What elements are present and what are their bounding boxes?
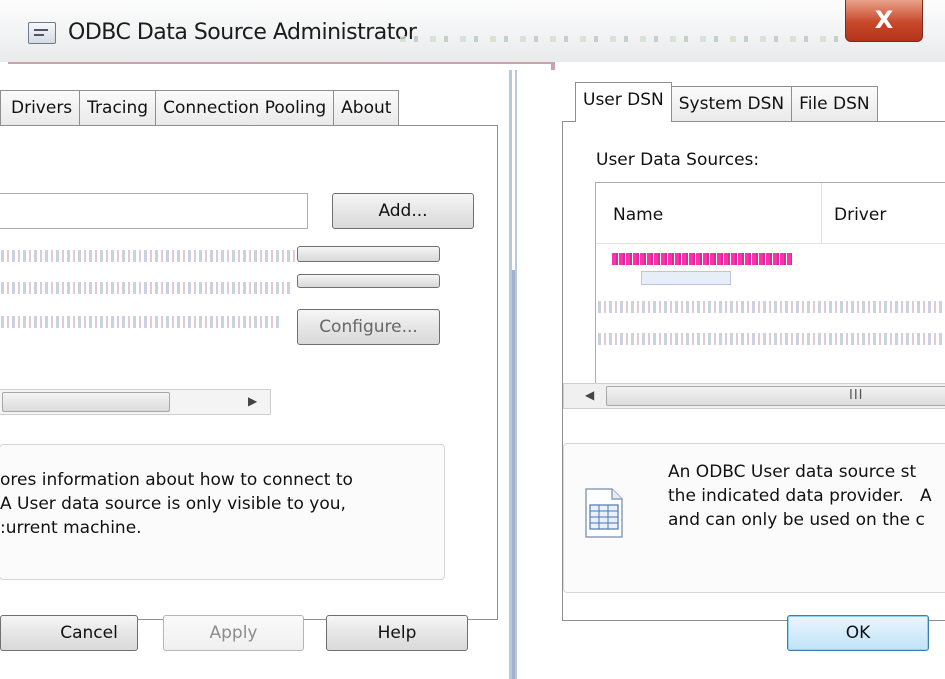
tab-tracing[interactable]: Tracing — [79, 90, 157, 126]
tab-about[interactable]: About — [333, 90, 400, 126]
tab-user-dsn[interactable]: User DSN — [575, 82, 672, 122]
odbc-app-icon — [28, 22, 56, 44]
left-horizontal-scrollbar[interactable]: ▶ — [0, 389, 271, 415]
column-header-name[interactable]: Name — [613, 205, 663, 225]
apply-button[interactable]: Apply — [163, 615, 304, 651]
scroll-right-arrow-icon[interactable]: ▶ — [248, 394, 257, 408]
ok-button[interactable]: OK — [787, 615, 929, 651]
add-button[interactable]: Add... — [332, 193, 474, 229]
user-data-sources-label: User Data Sources: — [596, 150, 760, 170]
info-line: ores information about how to connect to — [0, 470, 353, 490]
header-divider — [596, 243, 945, 244]
right-tab-strip: User DSN System DSN File DSN — [575, 82, 878, 122]
tab-connection-pooling[interactable]: Connection Pooling — [155, 90, 335, 126]
cancel-button[interactable]: Cancel — [0, 615, 138, 651]
title-bar: ODBC Data Source Administrator X — [0, 0, 945, 62]
window-title: ODBC Data Source Administrator — [68, 20, 417, 45]
column-separator — [821, 183, 822, 243]
obscured-button[interactable] — [297, 274, 440, 288]
list-row-artifact — [641, 271, 731, 285]
tab-drivers[interactable]: Drivers — [0, 90, 81, 126]
left-tab-strip: Drivers Tracing Connection Pooling About — [0, 90, 400, 126]
remove-button-obscured[interactable] — [297, 246, 440, 262]
column-header-driver[interactable]: Driver — [834, 205, 886, 225]
scroll-left-arrow-icon[interactable]: ◀ — [585, 388, 594, 402]
right-info-groupbox: An ODBC User data source st the indicate… — [563, 443, 945, 593]
scrollbar-thumb[interactable] — [2, 392, 170, 412]
user-data-sources-list[interactable]: Name Driver ◀ III — [563, 182, 945, 409]
help-button[interactable]: Help — [326, 615, 468, 651]
info-line: and can only be used on the c — [668, 510, 925, 530]
datasource-document-icon — [585, 488, 623, 538]
table-row[interactable] — [598, 333, 945, 345]
driver-list-top — [0, 193, 308, 229]
right-horizontal-scrollbar[interactable]: ◀ III — [563, 383, 945, 409]
left-info-groupbox: ores information about how to connect to… — [0, 444, 445, 580]
right-tab-panel: User Data Sources: Name Driver ◀ III An … — [562, 121, 945, 621]
tab-system-dsn[interactable]: System DSN — [670, 86, 793, 122]
close-button[interactable]: X — [845, 0, 923, 42]
configure-button[interactable]: Configure... — [297, 309, 440, 345]
title-bar-artifact — [400, 36, 840, 42]
info-line: the indicated data provider. A — [668, 486, 932, 506]
left-dialog-pane: Drivers Tracing Connection Pooling About… — [0, 70, 512, 679]
table-row[interactable] — [598, 301, 945, 313]
list-row-artifact — [1, 282, 291, 294]
list-row-artifact — [1, 316, 281, 328]
right-dialog-pane: User DSN System DSN File DSN User Data S… — [515, 70, 945, 679]
list-row-selected[interactable] — [612, 253, 792, 265]
info-line: An ODBC User data source st — [668, 462, 917, 482]
scrollbar-thumb[interactable]: III — [606, 386, 945, 406]
left-tab-panel: Add... Configure... ▶ ores information a… — [0, 125, 498, 620]
info-line: A User data source is only visible to yo… — [0, 494, 346, 514]
tab-file-dsn[interactable]: File DSN — [791, 86, 878, 122]
info-line: :urrent machine. — [0, 518, 142, 538]
scrollbar-grip: III — [849, 388, 864, 403]
